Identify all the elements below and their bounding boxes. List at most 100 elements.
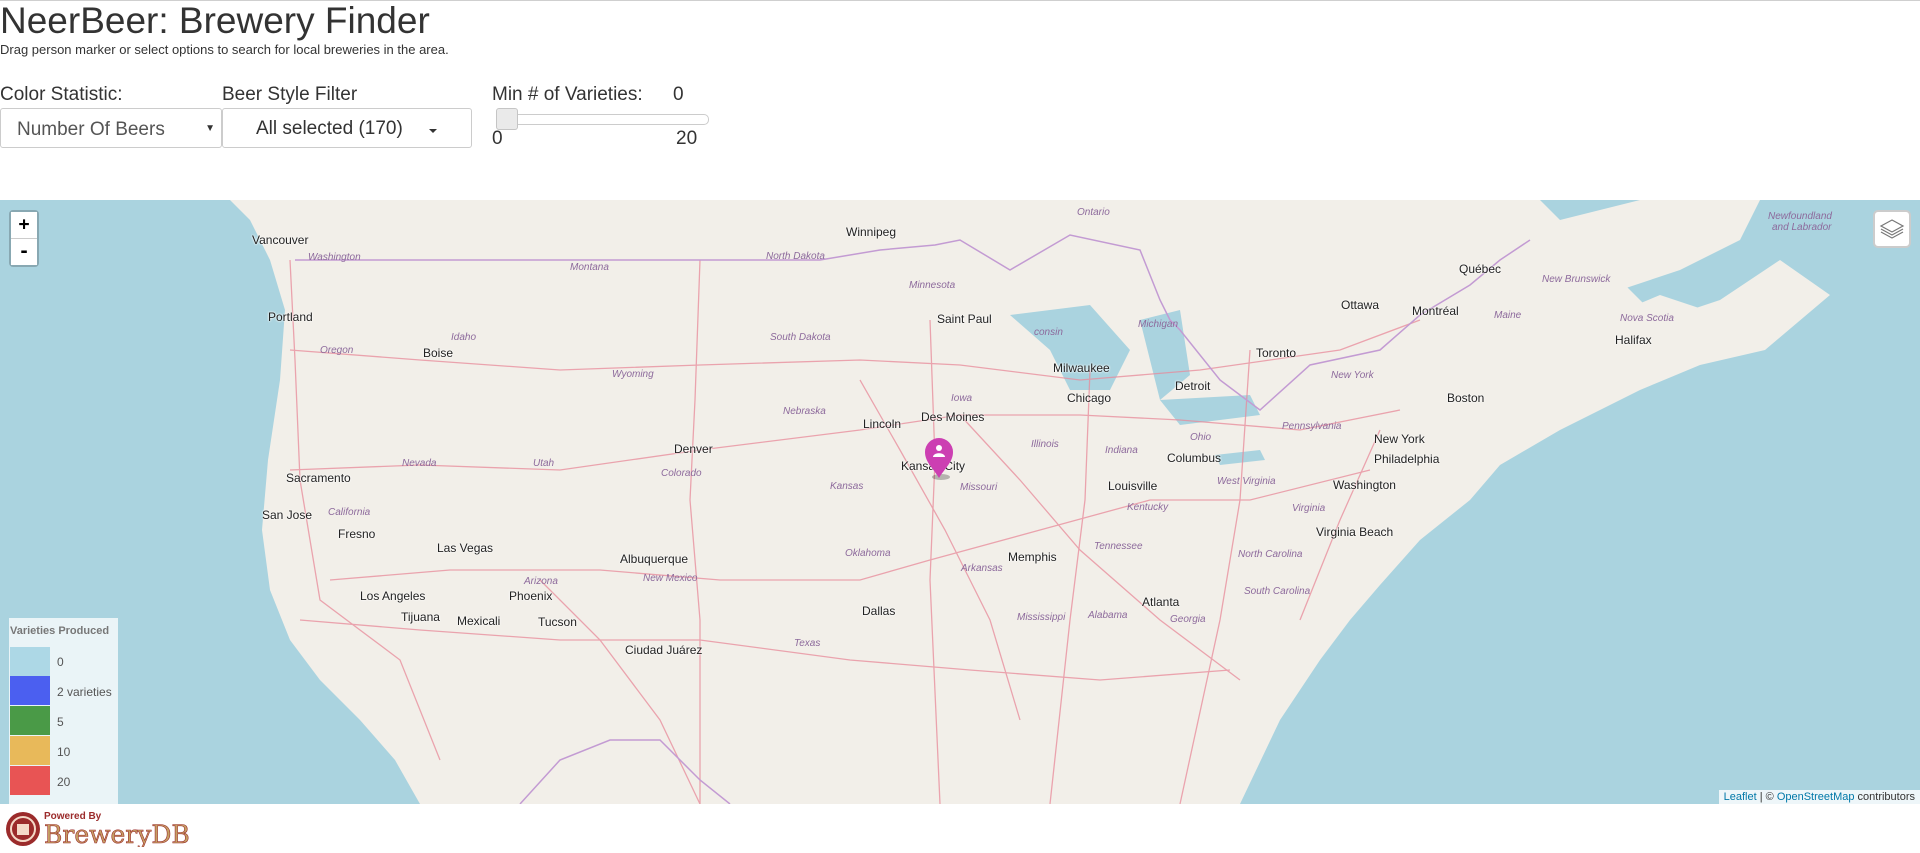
city-mexicali: Mexicali xyxy=(457,614,501,628)
page-title: NeerBeer: Brewery Finder xyxy=(0,0,430,41)
region-arizona: Arizona xyxy=(524,576,558,587)
region-new-york-state: New York xyxy=(1331,370,1374,381)
region-west-virginia: West Virginia xyxy=(1217,476,1276,487)
region-idaho: Idaho xyxy=(451,332,477,343)
color-statistic-value: Number Of Beers xyxy=(17,119,165,140)
min-varieties-value: 0 xyxy=(673,84,684,105)
region-california: California xyxy=(328,507,371,518)
city-ottawa: Ottawa xyxy=(1341,298,1380,312)
min-varieties-slider-track[interactable] xyxy=(497,114,709,125)
attribution-separator: | © xyxy=(1756,791,1777,803)
legend-swatch-5 xyxy=(10,706,50,735)
city-halifax: Halifax xyxy=(1615,333,1652,347)
city-boise: Boise xyxy=(423,346,454,360)
region-georgia: Georgia xyxy=(1170,614,1206,625)
city-detroit: Detroit xyxy=(1175,379,1211,393)
region-wisconsin: consin xyxy=(1034,327,1063,338)
region-texas: Texas xyxy=(794,638,821,649)
city-winnipeg: Winnipeg xyxy=(846,225,897,239)
city-las-vegas: Las Vegas xyxy=(437,541,494,555)
region-nebraska: Nebraska xyxy=(783,406,826,417)
page-subtitle: Drag person marker or select options to … xyxy=(0,42,449,57)
region-alabama: Alabama xyxy=(1088,610,1128,621)
region-michigan: Michigan xyxy=(1138,319,1179,330)
region-nevada: Nevada xyxy=(402,458,437,469)
attribution-suffix: contributors xyxy=(1854,791,1915,803)
city-louisville: Louisville xyxy=(1108,479,1158,493)
city-memphis: Memphis xyxy=(1008,550,1057,564)
brewerydb-logo[interactable]: Powered By BreweryDB xyxy=(4,807,194,852)
leaflet-link[interactable]: Leaflet xyxy=(1724,791,1757,803)
brewerydb-text: BreweryDB xyxy=(44,820,190,847)
city-ciudad-juarez: Ciudad Juárez xyxy=(625,643,703,657)
city-tucson: Tucson xyxy=(538,615,577,629)
region-and-labrador: and Labrador xyxy=(1772,222,1832,233)
zoom-control: + - xyxy=(9,210,39,267)
beer-style-filter-select[interactable]: All selected (170) xyxy=(222,108,472,148)
region-missouri: Missouri xyxy=(960,482,998,493)
city-boston: Boston xyxy=(1447,391,1485,405)
zoom-in-button[interactable]: + xyxy=(11,212,37,238)
city-phoenix: Phoenix xyxy=(509,589,553,603)
city-saint-paul: Saint Paul xyxy=(937,312,992,326)
city-tijuana: Tijuana xyxy=(401,610,440,624)
region-maine: Maine xyxy=(1494,310,1522,321)
brewery-map[interactable]: Vancouver Winnipeg Portland Boise Saint … xyxy=(0,200,1920,804)
region-mississippi: Mississippi xyxy=(1017,612,1066,623)
legend-title: Varieties Produced xyxy=(10,625,110,637)
city-chicago: Chicago xyxy=(1067,391,1112,405)
slider-min-label: 0 xyxy=(492,128,503,149)
city-lincoln: Lincoln xyxy=(863,417,902,431)
beer-style-filter-value: All selected (170) xyxy=(256,118,403,139)
slider-max-label: 20 xyxy=(676,128,698,149)
city-los-angeles: Los Angeles xyxy=(360,589,426,603)
layers-control-button[interactable] xyxy=(1873,210,1911,248)
legend-label-20: 20 xyxy=(57,775,71,789)
region-south-dakota: South Dakota xyxy=(770,332,831,343)
min-varieties-slider-handle[interactable] xyxy=(496,108,518,130)
city-vancouver: Vancouver xyxy=(252,233,309,247)
city-new-york: New York xyxy=(1374,432,1425,446)
region-ontario: Ontario xyxy=(1077,207,1110,218)
legend-label-0: 0 xyxy=(57,655,64,669)
city-albuquerque: Albuquerque xyxy=(620,552,689,566)
city-milwaukee: Milwaukee xyxy=(1053,361,1110,375)
city-portland: Portland xyxy=(268,310,313,324)
region-oklahoma: Oklahoma xyxy=(845,548,891,559)
region-washington: Washington xyxy=(308,252,361,263)
legend-swatch-10 xyxy=(10,736,50,765)
region-illinois: Illinois xyxy=(1031,439,1059,450)
brewerydb-badge-icon: Powered By BreweryDB xyxy=(6,811,190,849)
city-des-moines: Des Moines xyxy=(921,410,985,424)
region-oregon: Oregon xyxy=(320,345,354,356)
city-washington: Washington xyxy=(1333,478,1396,492)
region-virginia: Virginia xyxy=(1292,503,1326,514)
city-philadelphia: Philadelphia xyxy=(1374,452,1440,466)
map-attribution: Leaflet | © OpenStreetMap contributors xyxy=(1718,790,1920,804)
dropdown-arrow-icon: ▼ xyxy=(205,123,215,134)
color-statistic-select[interactable]: Number Of Beers ▼ xyxy=(0,108,222,148)
region-iowa: Iowa xyxy=(951,393,973,404)
zoom-out-button[interactable]: - xyxy=(11,238,37,265)
legend-swatch-20 xyxy=(10,766,50,795)
osm-link[interactable]: OpenStreetMap xyxy=(1777,791,1855,803)
city-atlanta: Atlanta xyxy=(1142,595,1180,609)
person-marker[interactable] xyxy=(923,436,955,485)
city-virginia-beach: Virginia Beach xyxy=(1316,525,1394,539)
region-new-mexico: New Mexico xyxy=(643,573,698,584)
region-north-carolina: North Carolina xyxy=(1238,549,1303,560)
region-montana: Montana xyxy=(570,262,609,273)
beer-style-filter-label: Beer Style Filter xyxy=(222,84,358,105)
region-north-dakota: North Dakota xyxy=(766,251,825,262)
region-indiana: Indiana xyxy=(1105,445,1138,456)
region-utah: Utah xyxy=(533,458,555,469)
region-arkansas: Arkansas xyxy=(961,563,1003,574)
layers-icon xyxy=(1879,219,1905,239)
legend-label-2: 2 varieties xyxy=(57,685,112,699)
region-pennsylvania: Pennsylvania xyxy=(1282,421,1342,432)
city-fresno: Fresno xyxy=(338,527,376,541)
caret-down-icon xyxy=(429,129,437,133)
region-newfoundland: Newfoundland xyxy=(1768,211,1832,222)
region-south-carolina: South Carolina xyxy=(1244,586,1311,597)
city-dallas: Dallas xyxy=(862,604,896,618)
